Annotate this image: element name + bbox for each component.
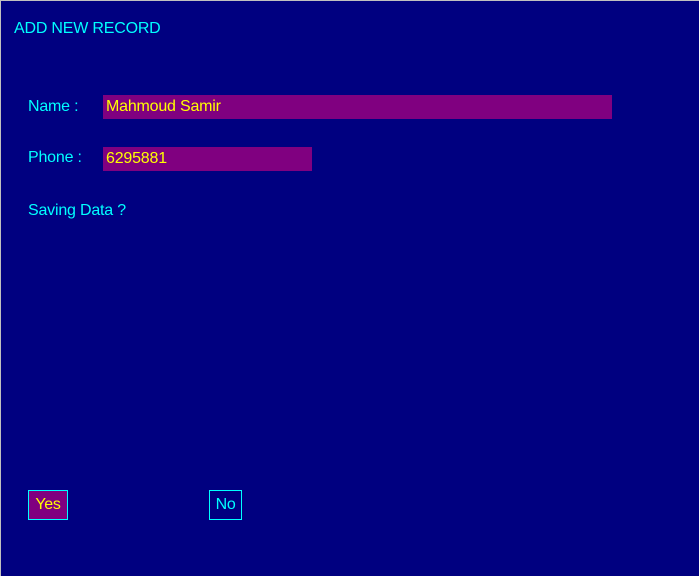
- dialog-frame: [0, 0, 699, 576]
- no-button[interactable]: No: [209, 490, 242, 520]
- dialog-title: ADD NEW RECORD: [14, 20, 161, 37]
- phone-field[interactable]: 6295881: [103, 147, 312, 171]
- yes-button[interactable]: Yes: [28, 490, 68, 520]
- saving-data-prompt: Saving Data ?: [28, 202, 126, 219]
- name-field[interactable]: Mahmoud Samir: [103, 95, 612, 119]
- name-label: Name :: [28, 98, 79, 115]
- phone-label: Phone :: [28, 149, 82, 166]
